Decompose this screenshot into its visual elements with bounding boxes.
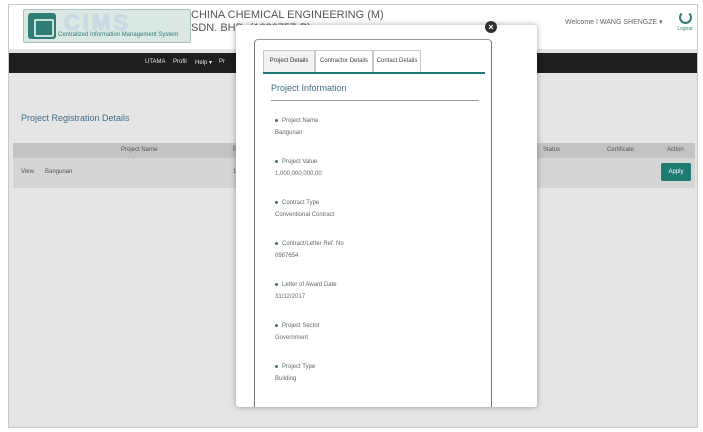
field-value: Government [275,335,309,341]
page: CIMS Centralized Information Management … [0,0,703,432]
column-certificate: Certificate [607,147,635,153]
tab-contact-details[interactable]: Contact Details [373,50,421,72]
user-menu[interactable]: Welcome ! WANG SHENGZE ▾ [565,18,663,26]
field-contract-ref: Contract/Letter Ref. No 0987654 [275,241,344,259]
close-icon[interactable]: × [485,21,497,33]
bullet-icon [275,118,278,122]
field-project-value: Project Value 1,000,000,000.00 [275,159,322,177]
nav-item-utama[interactable]: UTAMA [145,59,166,65]
field-value: Bangunan [275,130,303,136]
bullet-icon [275,323,278,327]
field-label: Project Value [282,159,318,165]
field-value: 1,000,000,000.00 [275,171,322,177]
nav-item-partial[interactable]: Pr [219,59,225,65]
field-label: Contract Type [282,200,320,206]
logo-subtitle: Centralized Information Management Syste… [58,32,179,38]
field-value: Building [275,376,297,382]
field-label: Project Name [282,118,319,124]
column-project-name: Project Name [121,147,158,153]
view-link[interactable]: View [21,169,34,175]
field-value: 31/12/2017 [275,294,306,300]
page-title: Project Registration Details [21,113,130,123]
tab-project-details[interactable]: Project Details [263,50,315,72]
field-label: Project Sector [282,323,320,329]
field-contract-type: Contract Type Conventional Contract [275,200,334,218]
nav-item-help[interactable]: Help ▾ [195,59,212,66]
field-label: Project Type [282,364,316,370]
tab-contractor-details[interactable]: Contractor Details [315,50,373,72]
field-label: Contract/Letter Ref. No [282,241,344,247]
bullet-icon [275,200,278,204]
tab-underline [263,72,485,74]
logout-label: Logout [677,26,693,32]
field-value: 0987654 [275,253,299,259]
cims-logo[interactable]: CIMS Centralized Information Management … [23,9,191,43]
field-label: Letter of Award Date [282,282,337,288]
field-project-name: Project Name Bangunan [275,118,318,136]
bullet-icon [275,159,278,163]
nav-item-profil[interactable]: Profil [173,59,187,65]
bullet-icon [275,241,278,245]
section-title: Project Information [271,83,347,93]
power-icon [678,11,692,24]
chip-icon [28,13,56,39]
field-project-type: Project Type Building [275,364,315,382]
field-project-sector: Project Sector Government [275,323,320,341]
logout-button[interactable]: Logout [673,11,697,32]
column-status: Status [543,147,561,153]
bullet-icon [275,282,278,286]
bullet-icon [275,364,278,368]
column-action: Action [667,147,684,153]
apply-button[interactable]: Apply [661,163,691,181]
row-project-name: Bangunan [45,169,73,175]
field-value: Conventional Contract [275,212,335,218]
field-award-date: Letter of Award Date 31/12/2017 [275,282,337,300]
section-divider [271,100,479,101]
modal-body: Project Details Contractor Details Conta… [254,39,492,407]
